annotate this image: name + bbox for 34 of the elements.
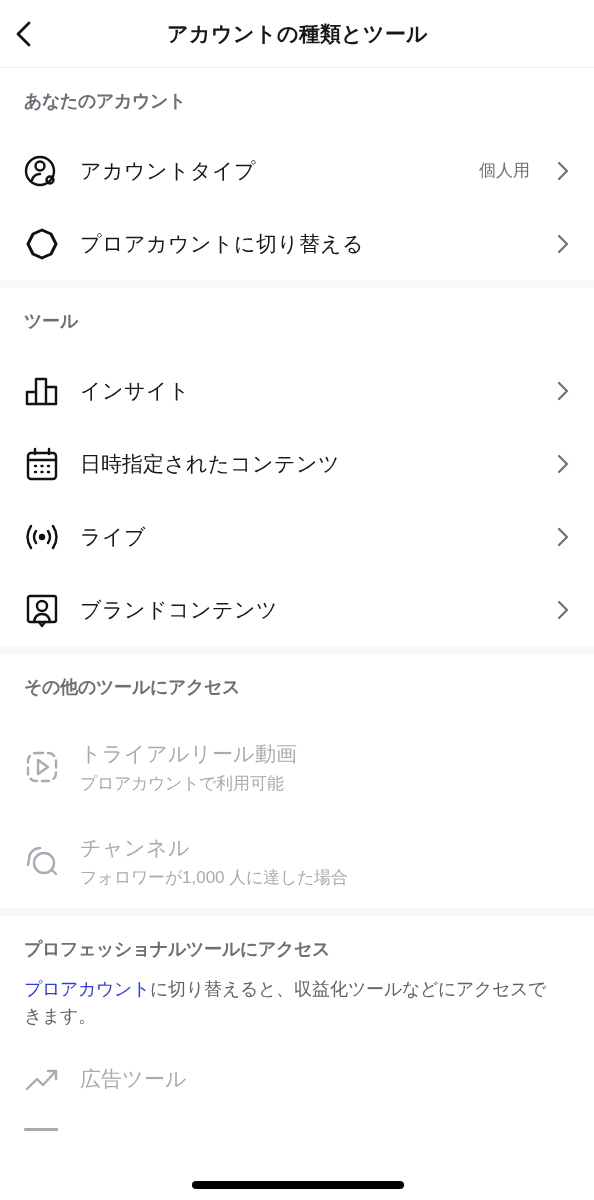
chevron-icon: [556, 379, 570, 402]
menu-item[interactable]: ライブ: [0, 500, 594, 573]
description-text: プロアカウント に切り替えると、収益化ツールなどにアクセスできます。: [24, 978, 547, 1028]
item-label: 広告ツール: [80, 1065, 188, 1092]
item-label: ブランドコンテンツ: [80, 596, 279, 623]
section-title: あなたのアカウント: [23, 90, 187, 113]
play-icon: [24, 749, 60, 785]
list-icon: [24, 1128, 58, 1131]
menu-item[interactable]: アカウントタイプ 個人用: [0, 134, 594, 207]
chevron-icon: [556, 159, 570, 182]
item-label: アカウントタイプ: [80, 157, 257, 184]
item-subtitle: プロアカウントで利用可能: [80, 772, 285, 795]
item-label: ライブ: [80, 523, 147, 550]
item-value: 個人用: [479, 160, 530, 182]
chevron-icon: [556, 525, 570, 548]
item-subtitle: フォロワーが1,000 人に達した場合: [80, 866, 350, 889]
section-title: ツール: [23, 310, 80, 333]
menu-item[interactable]: インサイト: [0, 354, 594, 427]
chevron-icon: [556, 598, 570, 621]
page-title: アカウントの種類とツール: [166, 20, 428, 47]
chevron-icon: [556, 452, 570, 475]
item-label: チャンネル: [80, 834, 191, 861]
item-label: プロアカウントに切り替える: [80, 230, 365, 257]
menu-item[interactable]: 日時指定されたコンテンツ: [0, 427, 594, 500]
pro-account-link[interactable]: プロアカウント: [24, 979, 150, 999]
menu-item[interactable]: プロアカウントに切り替える: [0, 207, 594, 280]
item-label: インサイト: [80, 377, 191, 404]
item-label: 日時指定されたコンテンツ: [80, 450, 341, 477]
chevron-icon: [556, 232, 570, 255]
item-label: トライアルリール動画: [80, 740, 298, 767]
calendar-icon: [24, 445, 60, 482]
menu-item[interactable]: ブランドコンテンツ: [0, 573, 594, 646]
section-title: その他のツールにアクセス: [23, 676, 241, 699]
section-title: プロフェッショナルツールにアクセス: [23, 938, 331, 961]
